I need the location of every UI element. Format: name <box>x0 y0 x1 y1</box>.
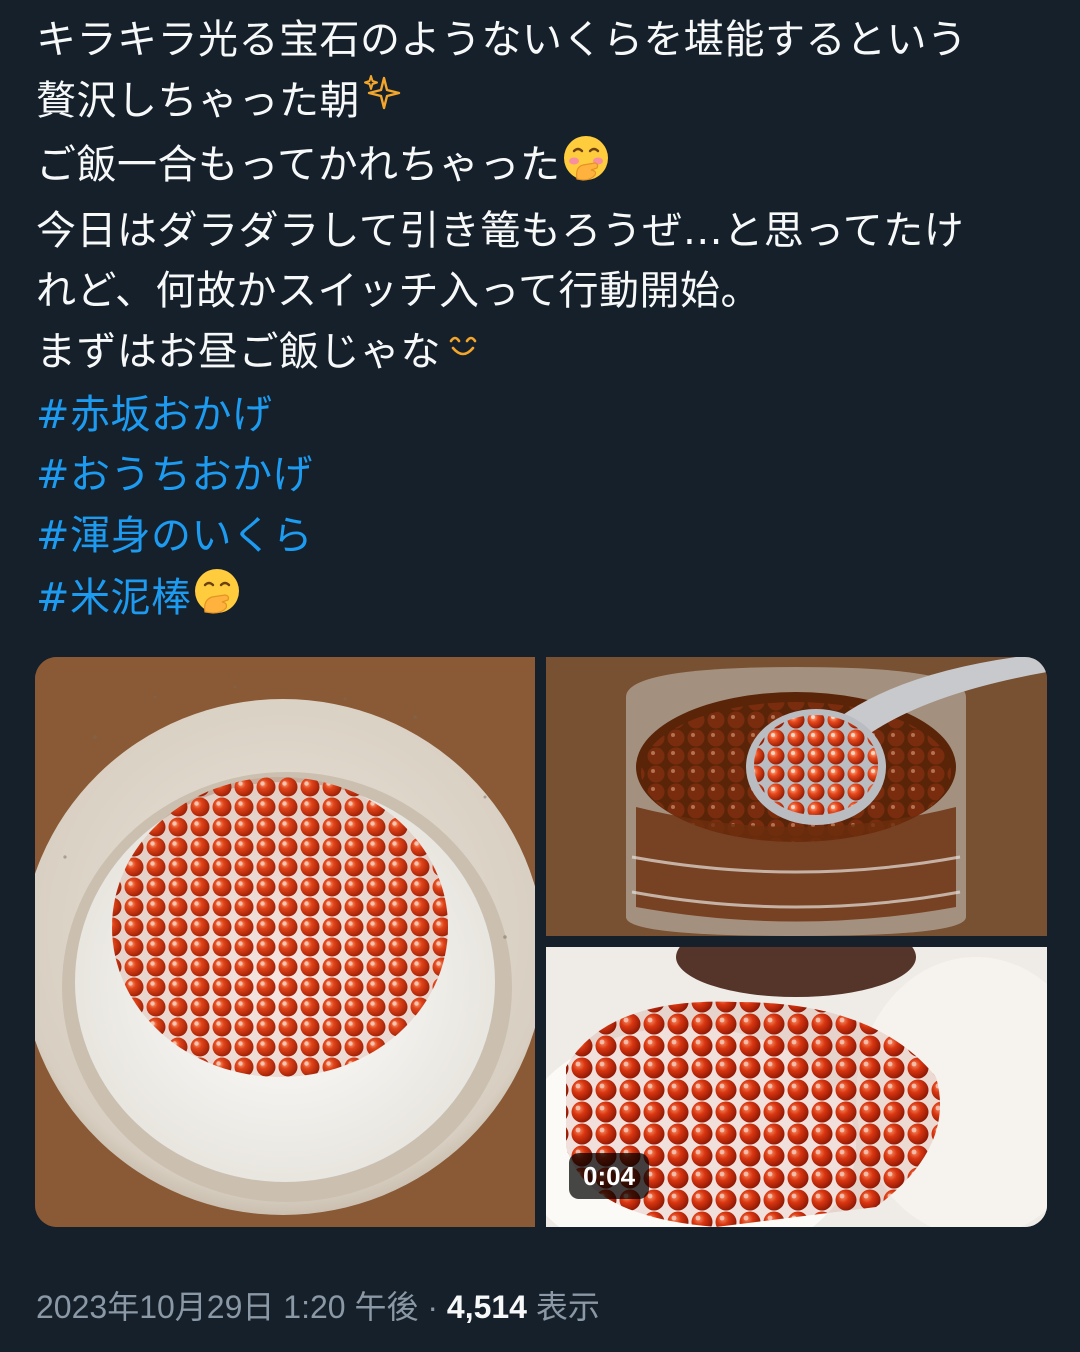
hashtag-text[interactable]: #米泥棒 <box>36 575 192 621</box>
media-grid: 0:04 <box>35 657 1047 1227</box>
view-count[interactable]: 4,514 <box>447 1289 527 1325</box>
hand-over-mouth-icon <box>561 133 611 201</box>
view-count-label: 表示 <box>535 1289 600 1325</box>
hashtag-link[interactable]: #おうちおかげ <box>36 445 1056 506</box>
ikura-rice-bowl-photo[interactable] <box>35 657 535 1227</box>
tweet-line-text: ご飯一合もってかれちゃった <box>36 142 561 188</box>
ikura-jar-spoon-photo[interactable] <box>546 657 1047 936</box>
tweet-line-2: 贅沢しちゃった朝 <box>36 71 1056 134</box>
video-duration-badge: 0:04 <box>569 1153 650 1199</box>
tweet-line-5: れど、何故かスイッチ入って行動開始。 <box>36 261 1056 322</box>
tweet-line-3: ご飯一合もってかれちゃった <box>36 133 1056 201</box>
tweet-line-text: 贅沢しちゃった朝 <box>36 77 360 124</box>
hashtag-link[interactable]: #米泥棒 <box>36 566 1056 634</box>
ikura-video-thumbnail[interactable]: 0:04 <box>546 947 1047 1227</box>
tweet-line-6: まずはお昼ご飯じゃな <box>36 322 1056 385</box>
tweet-timestamp[interactable]: 2023年10月29日 1:20 午後 <box>36 1289 418 1325</box>
tweet-meta: 2023年10月29日 1:20 午後 · 4,514 表示 <box>36 1282 600 1328</box>
tweet-line-text: 今日はダラダラして引き篭もろうぜ…と思ってたけ <box>36 207 965 254</box>
hashtag-link[interactable]: #赤坂おかげ <box>36 385 1056 446</box>
tweet-line-1: キラキラ光る宝石のようないくらを堪能するという <box>36 10 1056 71</box>
meta-separator: · <box>427 1289 438 1325</box>
tweet-line-text: れど、何故かスイッチ入って行動開始。 <box>36 268 761 315</box>
smiling-face-icon <box>441 323 485 385</box>
hashtag-text[interactable]: #おうちおかげ <box>36 452 313 498</box>
hashtag-text[interactable]: #赤坂おかげ <box>36 392 273 438</box>
sparkles-icon <box>360 72 404 134</box>
hashtag-link[interactable]: #渾身のいくら <box>36 506 1056 567</box>
tweet-line-4: 今日はダラダラして引き篭もろうぜ…と思ってたけ <box>36 201 1056 262</box>
tweet-line-text: キラキラ光る宝石のようないくらを堪能するという <box>36 17 968 63</box>
tweet-line-text: まずはお昼ご飯じゃな <box>36 328 441 375</box>
hand-over-mouth-icon <box>192 566 242 634</box>
tweet-detail: キラキラ光る宝石のようないくらを堪能するという 贅沢しちゃった朝 ご飯一合もって… <box>0 0 1080 1352</box>
tweet-text: キラキラ光る宝石のようないくらを堪能するという 贅沢しちゃった朝 ご飯一合もって… <box>36 10 1056 634</box>
hashtag-text[interactable]: #渾身のいくら <box>36 513 313 559</box>
